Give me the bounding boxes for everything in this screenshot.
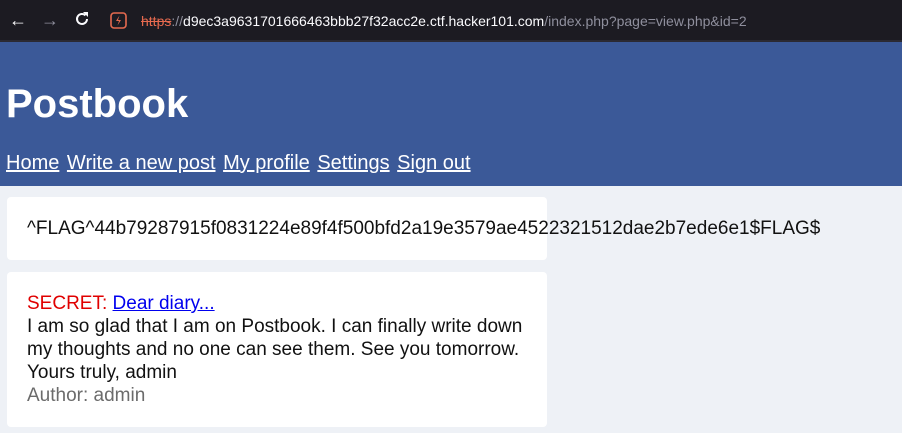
post-title-link[interactable]: Dear diary... [113,293,215,314]
url-host: d9ec3a9631701666463bbb27f32acc2e.ctf.hac… [183,13,545,29]
url-scheme: https [141,13,172,29]
post-card: SECRET: Dear diary... I am so glad that … [7,272,547,427]
forward-arrow-icon[interactable]: → [40,10,60,30]
url-text[interactable]: https://d9ec3a9631701666463bbb27f32acc2e… [141,13,747,29]
author-label: Author: [27,385,89,406]
post-body: I am so glad that I am on Postbook. I ca… [27,316,523,383]
nav-home-link[interactable]: Home [6,152,59,174]
site-header: Postbook Home Write a new post My profil… [0,42,902,186]
post-heading: SECRET: Dear diary... [27,292,527,315]
insecure-lock-icon[interactable] [110,12,127,29]
url-separator: :// [171,13,184,29]
address-bar[interactable]: https://d9ec3a9631701666463bbb27f32acc2e… [104,3,902,39]
browser-toolbar: ← → https://d9ec3a9631701666463bbb27f32a… [0,0,902,42]
flag-text: ^FLAG^44b79287915f0831224e89f4f500bfd2a1… [27,218,821,239]
nav-settings-link[interactable]: Settings [317,152,389,174]
reload-icon[interactable] [72,10,92,30]
nav-write-post-link[interactable]: Write a new post [67,152,216,174]
site-title: Postbook [6,82,189,126]
flag-card: ^FLAG^44b79287915f0831224e89f4f500bfd2a1… [7,197,820,260]
post-author: Author: admin [27,384,527,407]
main-nav: Home Write a new post My profile Setting… [6,152,473,175]
url-path: /index.php?page=view.php&id=2 [544,13,747,29]
secret-label: SECRET: [27,293,108,314]
author-name: admin [93,385,146,406]
nav-my-profile-link[interactable]: My profile [223,152,310,174]
nav-sign-out-link[interactable]: Sign out [397,152,470,174]
back-arrow-icon[interactable]: ← [8,10,28,30]
